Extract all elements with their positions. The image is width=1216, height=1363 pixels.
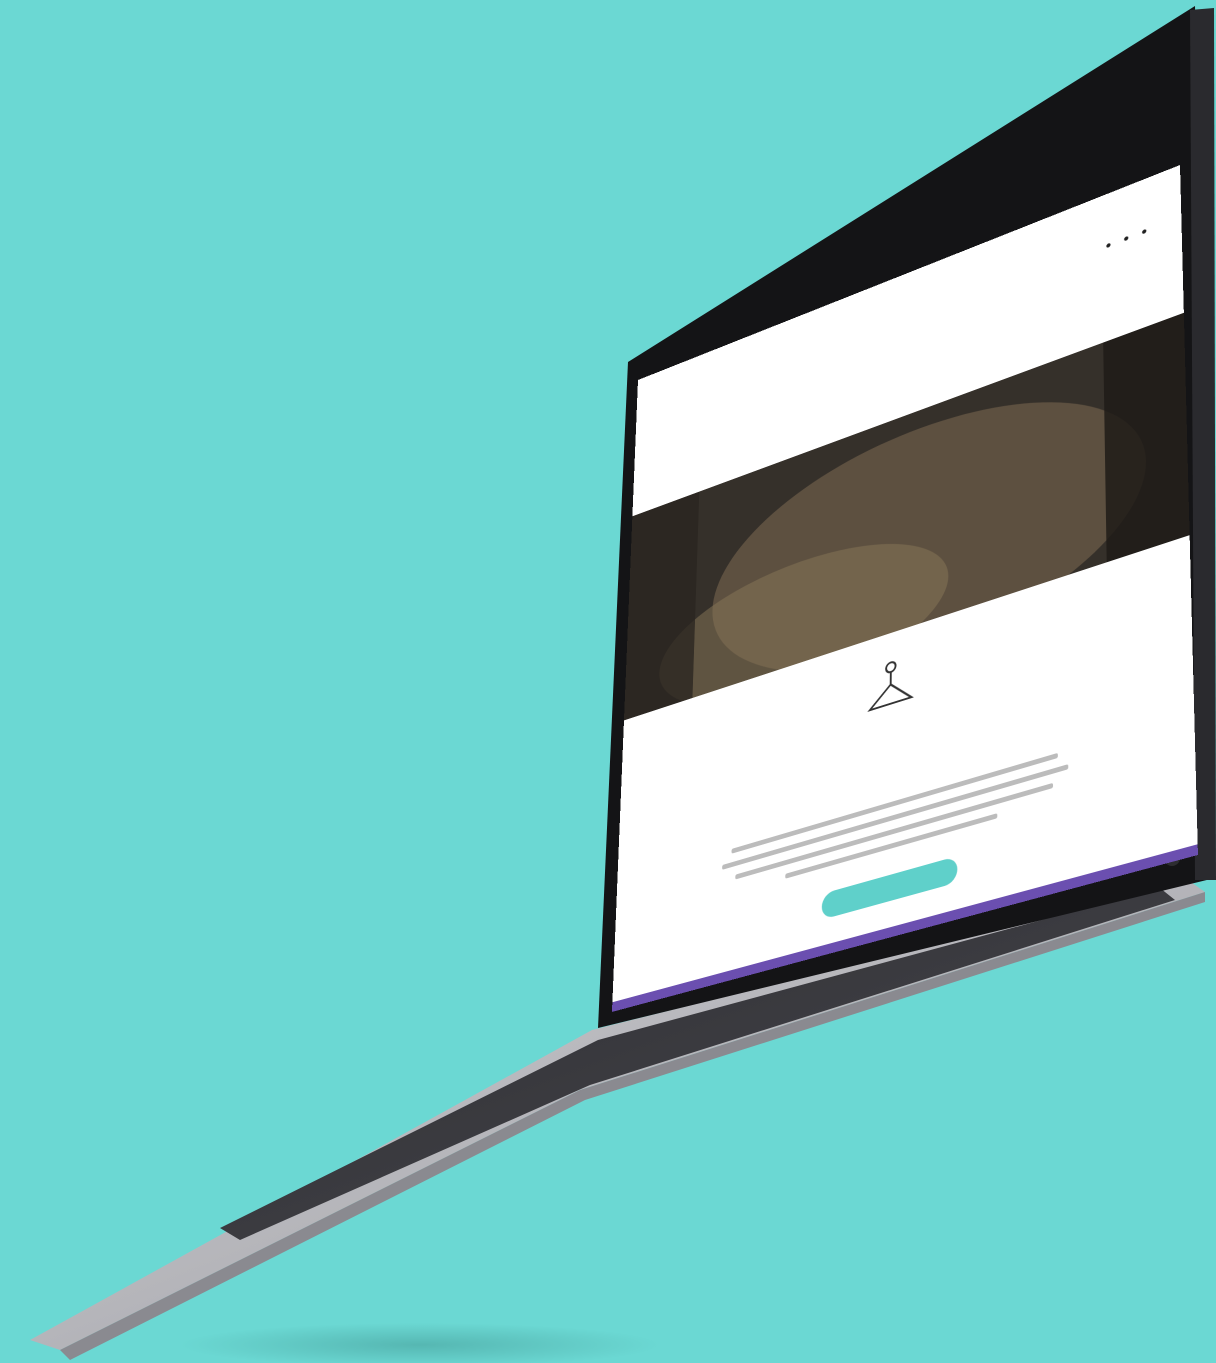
instagram-icon[interactable]: ● bbox=[1141, 226, 1147, 238]
hanger-icon bbox=[862, 648, 919, 724]
laptop-shadow bbox=[180, 1323, 660, 1363]
menu-item-4[interactable] bbox=[923, 370, 926, 382]
twitter-icon[interactable]: ● bbox=[1123, 233, 1129, 245]
menu-item-5[interactable] bbox=[1002, 340, 1005, 352]
facebook-icon[interactable]: ● bbox=[1105, 240, 1111, 252]
menu-item-2[interactable] bbox=[773, 427, 776, 439]
menu-item-1[interactable] bbox=[701, 454, 704, 465]
laptop-photo: ● ● ● bbox=[0, 0, 1216, 1363]
menu-item-3[interactable] bbox=[847, 399, 850, 411]
social-links: ● ● ● bbox=[1105, 226, 1147, 252]
